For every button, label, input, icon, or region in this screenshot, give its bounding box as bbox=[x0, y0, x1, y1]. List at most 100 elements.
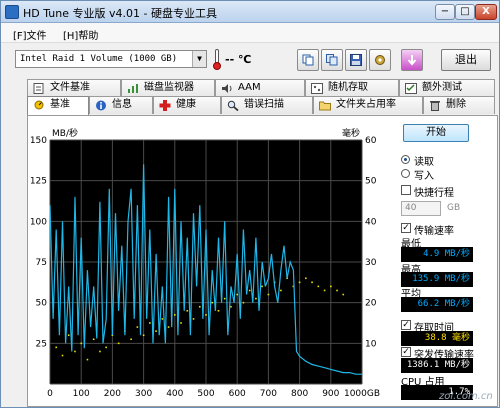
access-time-point bbox=[280, 289, 282, 292]
maximize-button[interactable]: □ bbox=[455, 4, 475, 20]
burst-rate-value: 1386.1 MB/秒 bbox=[401, 358, 473, 373]
copy-all-icon bbox=[326, 54, 338, 66]
short-stroke-spinner[interactable]: 40 bbox=[401, 201, 441, 216]
tab-extra-tests[interactable]: 额外测试 bbox=[399, 79, 495, 97]
info-icon bbox=[96, 100, 106, 111]
access-time-point bbox=[223, 297, 226, 300]
tab-label: 基准 bbox=[50, 99, 70, 110]
drive-select-value: Intel Raid 1 Volume (1000 GB) bbox=[20, 54, 178, 64]
tab-erase[interactable]: 删除 bbox=[423, 96, 495, 114]
tab-label: 健康 bbox=[176, 99, 196, 110]
right-tick-label: 60 bbox=[365, 136, 377, 146]
x-tick-label: 300 bbox=[135, 389, 152, 399]
hdtune-window: HD Tune 专业版 v4.01 - 硬盘专业工具 − □ X [F]文件 [… bbox=[0, 0, 500, 408]
tab-aam[interactable]: AAM bbox=[215, 79, 305, 97]
left-tick-label: 25 bbox=[36, 339, 47, 349]
access-time-point bbox=[323, 289, 326, 292]
menu-help[interactable]: [H]帮助 bbox=[63, 27, 98, 42]
tab-benchmark[interactable]: 基准 bbox=[27, 96, 89, 115]
options-button[interactable] bbox=[369, 49, 391, 71]
left-axis-label: MB/秒 bbox=[52, 127, 78, 139]
access-time-point bbox=[174, 314, 176, 316]
copy-all-button[interactable] bbox=[321, 49, 343, 71]
tab-health[interactable]: 健康 bbox=[153, 96, 221, 114]
access-time-point bbox=[230, 305, 232, 308]
short-stroke-checkbox[interactable] bbox=[401, 185, 411, 195]
access-time-point bbox=[74, 350, 76, 353]
access-time-value: 38.8 毫秒 bbox=[401, 331, 473, 346]
thermometer-icon bbox=[213, 49, 221, 70]
access-time-point bbox=[242, 301, 245, 304]
access-time-point bbox=[261, 285, 263, 288]
right-tick-label: 20 bbox=[365, 299, 377, 309]
exit-button[interactable]: 退出 bbox=[441, 49, 491, 71]
benchmark-chart-svg: 0 100 200 300 400 500 600 700 800 900 1000GB 150 125… bbox=[30, 127, 380, 399]
floppy-icon bbox=[350, 54, 362, 66]
avg-value: 66.2 MB/秒 bbox=[401, 297, 473, 312]
copy-icon bbox=[302, 54, 314, 66]
burst-rate-checkbox[interactable]: ✓ bbox=[401, 347, 411, 357]
access-time-point bbox=[92, 338, 95, 341]
access-time-point bbox=[342, 293, 345, 296]
tab-info[interactable]: 信息 bbox=[89, 96, 153, 114]
access-time-point bbox=[305, 277, 307, 280]
access-time-point bbox=[330, 285, 332, 288]
access-time-point bbox=[336, 289, 338, 292]
copy-info-button[interactable] bbox=[297, 49, 319, 71]
read-radio[interactable] bbox=[401, 155, 410, 164]
left-tick-label: 50 bbox=[36, 299, 48, 309]
tab-disk-monitor[interactable]: 磁盘监视器 bbox=[121, 79, 215, 97]
watermark: zol.com.cn bbox=[439, 391, 493, 402]
checklist-icon bbox=[405, 83, 417, 94]
minimize-button[interactable]: − bbox=[435, 4, 455, 20]
transfer-rate-checkbox[interactable]: ✓ bbox=[401, 223, 411, 233]
benchmark-icon bbox=[34, 100, 44, 110]
benchmark-chart: 0 100 200 300 400 500 600 700 800 900 1000GB 150 125… bbox=[28, 116, 420, 408]
tab-error-scan[interactable]: 错误扫描 bbox=[221, 96, 313, 114]
access-time-point bbox=[80, 342, 82, 345]
access-time-point bbox=[248, 289, 251, 292]
save-button[interactable] bbox=[345, 49, 367, 71]
tab-file-benchmark[interactable]: 文件基准 bbox=[27, 79, 121, 97]
left-tick-label: 125 bbox=[30, 177, 47, 187]
access-time-point bbox=[217, 310, 220, 312]
right-tick-label: 50 bbox=[365, 177, 377, 187]
access-time-point bbox=[105, 346, 107, 349]
random-icon bbox=[311, 83, 323, 94]
access-time-point bbox=[155, 330, 157, 332]
access-time-point bbox=[61, 354, 64, 357]
x-tick-label: 500 bbox=[197, 389, 214, 399]
access-time-point bbox=[130, 338, 132, 341]
menu-bar: [F]文件 [H]帮助 bbox=[1, 23, 499, 43]
x-tick-label: 600 bbox=[229, 389, 246, 399]
access-time-point bbox=[161, 318, 164, 320]
tab-label: 文件基准 bbox=[50, 82, 90, 93]
tab-label: 额外测试 bbox=[422, 82, 462, 93]
x-tick-label: 800 bbox=[291, 389, 308, 399]
min-value: 4.9 MB/秒 bbox=[401, 247, 473, 262]
access-time-point bbox=[192, 318, 195, 320]
health-cross-icon bbox=[159, 100, 171, 111]
download-button[interactable] bbox=[401, 49, 423, 71]
menu-file[interactable]: [F]文件 bbox=[13, 27, 47, 42]
chevron-down-icon[interactable]: ▼ bbox=[192, 51, 206, 67]
start-button[interactable]: 开始 bbox=[403, 124, 469, 142]
right-tick-label: 30 bbox=[365, 258, 377, 268]
access-time-point bbox=[317, 285, 320, 288]
folder-icon bbox=[319, 101, 331, 111]
drive-select[interactable]: Intel Raid 1 Volume (1000 GB) ▼ bbox=[15, 50, 207, 68]
read-label: 读取 bbox=[414, 157, 434, 168]
wrench-icon bbox=[375, 55, 385, 65]
access-time-point bbox=[180, 322, 182, 324]
title-bar[interactable]: HD Tune 专业版 v4.01 - 硬盘专业工具 − □ X bbox=[1, 1, 499, 23]
right-tick-label: 40 bbox=[365, 217, 377, 227]
access-time-checkbox[interactable]: ✓ bbox=[401, 320, 411, 330]
tab-random-access[interactable]: 随机存取 bbox=[305, 79, 399, 97]
right-axis-label: 毫秒 bbox=[342, 127, 360, 139]
access-time-point bbox=[236, 293, 238, 296]
tab-label: 随机存取 bbox=[328, 82, 368, 93]
close-button[interactable]: X bbox=[475, 4, 497, 20]
short-stroke-label: 快捷行程 bbox=[414, 188, 454, 199]
tab-folder-usage[interactable]: 文件夹占用率 bbox=[313, 96, 423, 114]
write-radio[interactable] bbox=[401, 169, 410, 178]
